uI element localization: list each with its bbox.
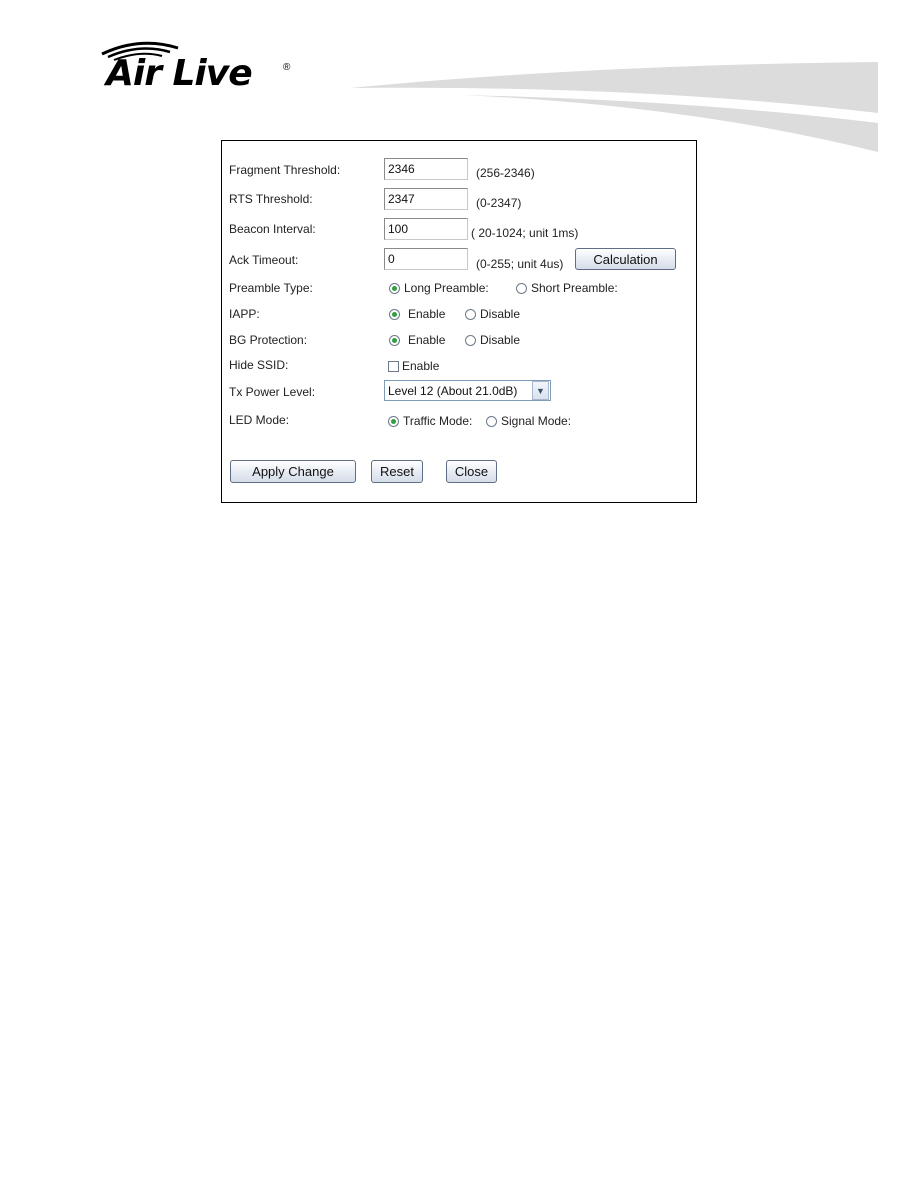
rts-threshold-hint: (0-2347) xyxy=(476,196,522,210)
radio-selected-icon xyxy=(389,334,400,346)
bg-protection-disable-label: Disable xyxy=(480,333,521,347)
iapp-disable-radio[interactable]: Disable xyxy=(465,307,520,321)
iapp-disable-label: Disable xyxy=(480,307,521,321)
hide-ssid-label: Hide SSID: xyxy=(229,358,289,372)
beacon-interval-label: Beacon Interval: xyxy=(229,222,316,236)
advanced-wireless-settings-panel: Fragment Threshold: (256-2346) RTS Thres… xyxy=(221,140,697,503)
checkbox-unchecked-icon xyxy=(388,360,399,372)
long-preamble-label: Long Preamble: xyxy=(404,281,489,295)
ack-timeout-hint: (0-255; unit 4us) xyxy=(476,257,564,271)
ack-timeout-input[interactable] xyxy=(384,248,468,270)
traffic-mode-label: Traffic Mode: xyxy=(403,414,473,428)
airlive-logo: Air Live ® xyxy=(100,38,300,98)
tx-power-level-label: Tx Power Level: xyxy=(229,385,316,399)
beacon-interval-input[interactable] xyxy=(384,218,468,240)
radio-selected-icon xyxy=(389,308,400,320)
beacon-interval-hint: ( 20-1024; unit 1ms) xyxy=(471,226,579,240)
iapp-label: IAPP: xyxy=(229,307,260,321)
fragment-threshold-hint: (256-2346) xyxy=(476,166,535,180)
rts-threshold-input[interactable] xyxy=(384,188,468,210)
radio-unselected-icon xyxy=(516,282,527,294)
brand-name: Air Live xyxy=(106,53,253,94)
rts-threshold-label: RTS Threshold: xyxy=(229,192,313,206)
bg-protection-disable-radio[interactable]: Disable xyxy=(465,333,520,347)
led-mode-label: LED Mode: xyxy=(229,413,290,427)
reset-button[interactable]: Reset xyxy=(371,460,423,483)
iapp-enable-radio[interactable]: Enable xyxy=(389,307,445,321)
radio-selected-icon xyxy=(388,415,399,427)
signal-mode-label: Signal Mode: xyxy=(501,414,572,428)
bg-protection-enable-radio[interactable]: Enable xyxy=(389,333,445,347)
radio-unselected-icon xyxy=(465,308,476,320)
traffic-mode-radio[interactable]: Traffic Mode: xyxy=(388,414,472,428)
fragment-threshold-input[interactable] xyxy=(384,158,468,180)
long-preamble-radio[interactable]: Long Preamble: xyxy=(389,281,489,295)
short-preamble-label: Short Preamble: xyxy=(531,281,618,295)
ack-timeout-label: Ack Timeout: xyxy=(229,253,299,267)
hide-ssid-enable-label: Enable xyxy=(402,359,440,373)
calculation-button[interactable]: Calculation xyxy=(575,248,676,270)
tx-power-selected-value: Level 12 (About 21.0dB) xyxy=(388,383,518,398)
signal-mode-radio[interactable]: Signal Mode: xyxy=(486,414,571,428)
fragment-threshold-label: Fragment Threshold: xyxy=(229,163,341,177)
short-preamble-radio[interactable]: Short Preamble: xyxy=(516,281,618,295)
bg-protection-label: BG Protection: xyxy=(229,333,308,347)
tx-power-level-select[interactable]: Level 12 (About 21.0dB) ▼ xyxy=(384,380,551,401)
bg-protection-enable-label: Enable xyxy=(408,333,446,347)
radio-selected-icon xyxy=(389,282,400,294)
radio-unselected-icon xyxy=(465,334,476,346)
preamble-type-label: Preamble Type: xyxy=(229,281,313,295)
radio-unselected-icon xyxy=(486,415,497,427)
registered-mark: ® xyxy=(283,62,291,73)
chevron-down-icon[interactable]: ▼ xyxy=(532,381,549,400)
iapp-enable-label: Enable xyxy=(408,307,446,321)
hide-ssid-checkbox[interactable]: Enable xyxy=(388,359,439,373)
apply-change-button[interactable]: Apply Change xyxy=(230,460,356,483)
close-button[interactable]: Close xyxy=(446,460,497,483)
